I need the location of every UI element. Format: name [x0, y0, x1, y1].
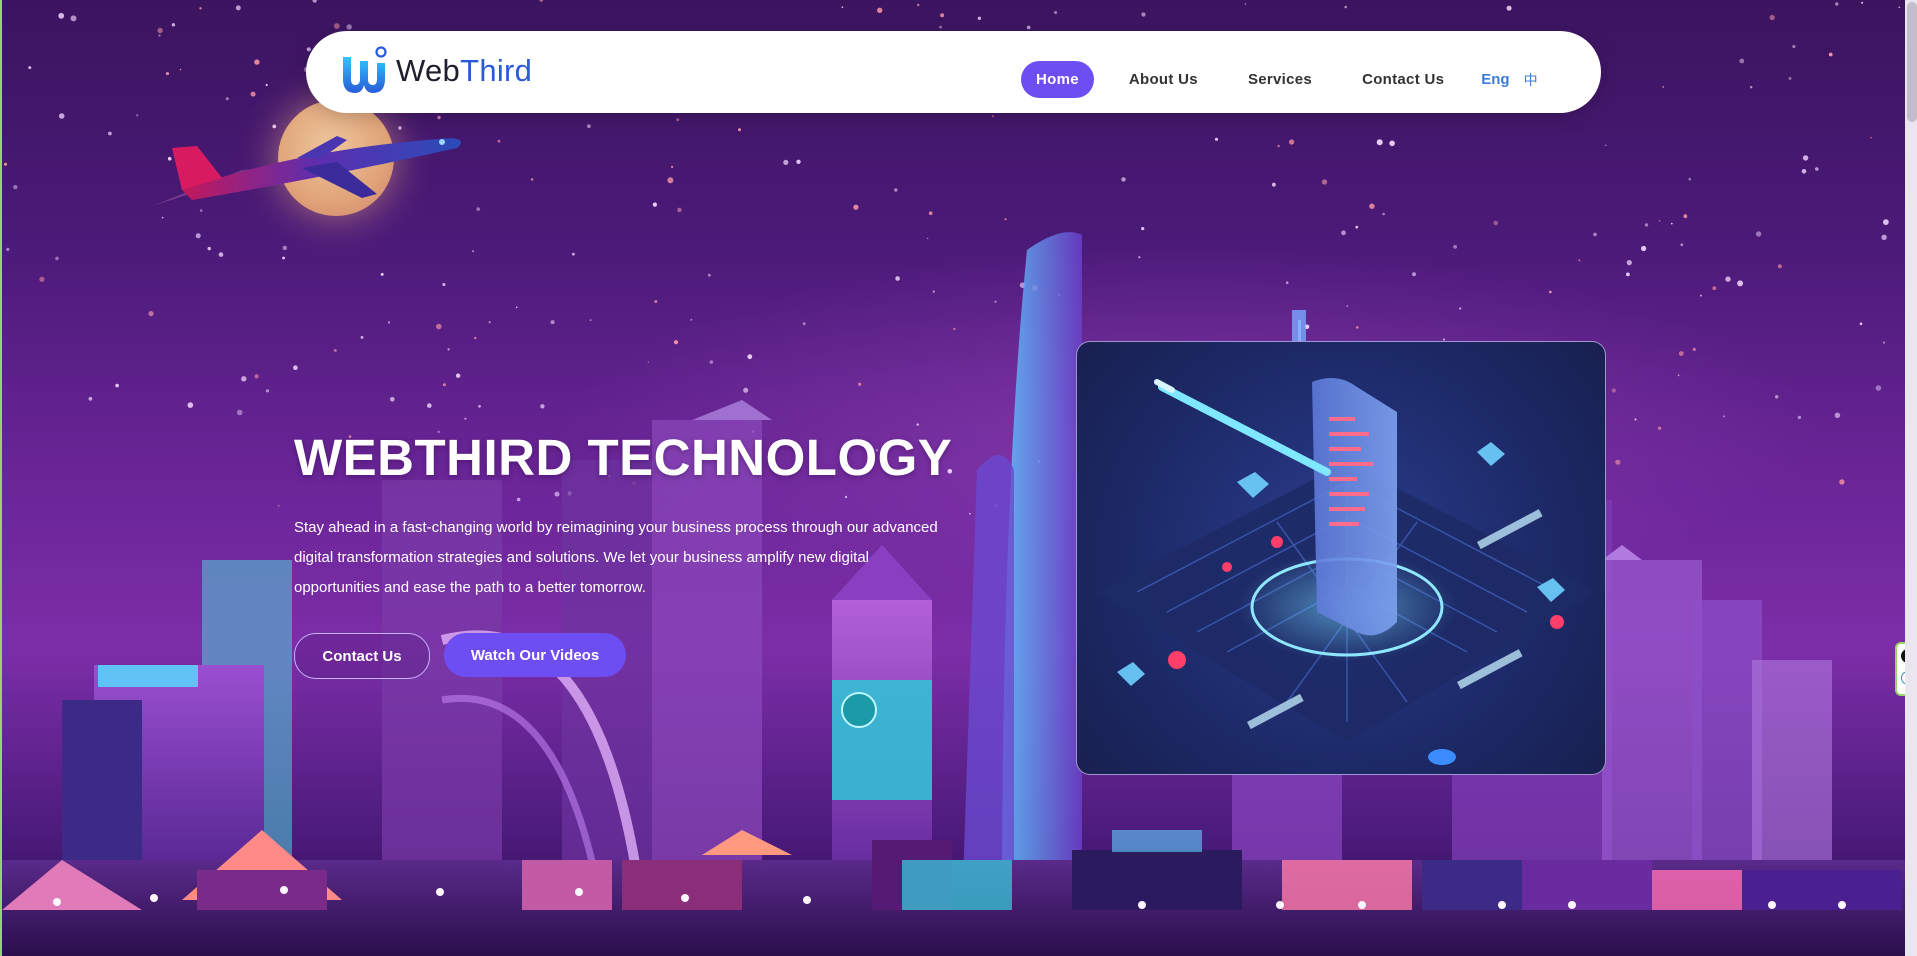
hero-section: WebThird Home About Us Services Contact … — [0, 0, 1917, 956]
lang-english-link[interactable]: Eng — [1481, 71, 1509, 88]
logo-text-third: Third — [460, 53, 533, 88]
hero-description: Stay ahead in a fast-changing world by r… — [294, 519, 938, 596]
nav-item-contact-us[interactable]: Contact Us — [1347, 61, 1459, 98]
nav-item-home[interactable]: Home — [1021, 61, 1094, 98]
watch-videos-button[interactable]: Watch Our Videos — [444, 633, 626, 677]
nav-item-about-us[interactable]: About Us — [1114, 61, 1213, 98]
top-navbar: WebThird Home About Us Services Contact … — [306, 31, 1601, 113]
page-scrollbar[interactable] — [1905, 0, 1917, 956]
nav-menu: Home About Us Services Contact Us Eng 中 — [1021, 61, 1538, 98]
lang-chinese-link[interactable]: 中 — [1524, 70, 1538, 90]
neon-city-skyline — [2, 232, 1917, 956]
language-switcher: Eng 中 — [1481, 70, 1537, 90]
logo-text-web: Web — [396, 53, 461, 88]
scrollbar-thumb[interactable] — [1907, 2, 1917, 122]
contact-us-button[interactable]: Contact Us — [294, 633, 430, 679]
logo-text: WebThird — [396, 53, 532, 89]
webthird-logo[interactable]: WebThird — [340, 45, 532, 97]
digital-tech-illustration — [1076, 341, 1606, 775]
isometric-tech-image — [1097, 378, 1597, 765]
hero-title: WEBTHIRD TECHNOLOGY — [294, 429, 953, 486]
nav-item-services[interactable]: Services — [1233, 61, 1327, 98]
logo-mark-icon — [343, 46, 387, 93]
